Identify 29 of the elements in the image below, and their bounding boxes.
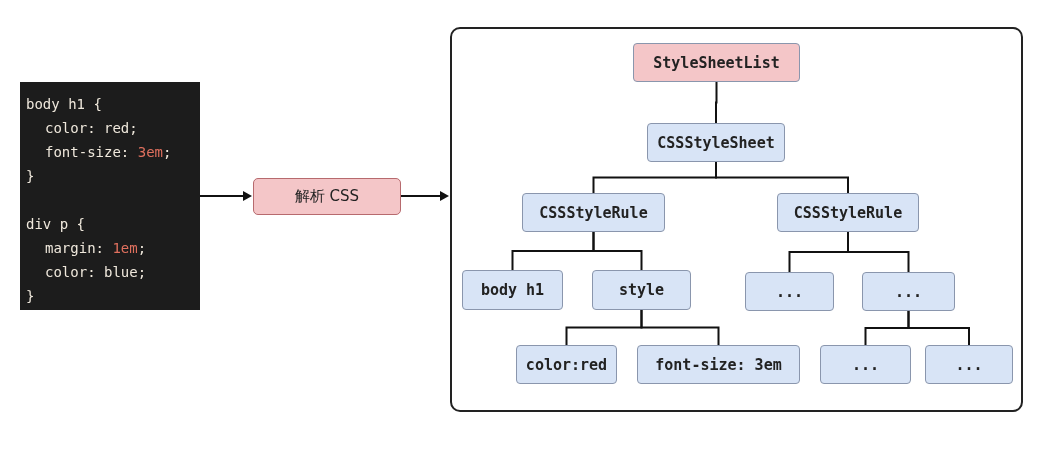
tree-node: StyleSheetList: [633, 43, 800, 82]
tree-node: ...: [745, 272, 834, 311]
tree-node: color:red: [516, 345, 617, 384]
tree-node: CSSStyleRule: [522, 193, 665, 232]
tree-node: body h1: [462, 270, 563, 310]
code-text: margin:: [45, 239, 105, 258]
connector-line: [907, 310, 970, 346]
code-text: }: [26, 167, 35, 186]
arrow: [401, 191, 449, 201]
tree-node: CSSStyleSheet: [647, 123, 785, 162]
tree-node: ...: [862, 272, 955, 311]
tree-node: style: [592, 270, 691, 310]
code-text: ;: [137, 239, 147, 258]
tree-node: ...: [925, 345, 1013, 384]
tree-node: CSSStyleRule: [777, 193, 919, 232]
code-text: }: [26, 287, 35, 306]
code-text: div p {: [26, 215, 85, 234]
tree-node: ...: [820, 345, 911, 384]
code-text: font-size:: [45, 143, 131, 162]
code-text: 1em: [112, 239, 138, 258]
code-text: color: blue;: [45, 263, 147, 282]
connector-line: [715, 81, 718, 124]
code-text: 3em: [137, 143, 163, 162]
code-text: ;: [163, 143, 172, 162]
tree-node: font-size: 3em: [637, 345, 800, 384]
connector-line: [847, 231, 910, 273]
parse-step-node: 解析 CSS: [253, 177, 401, 215]
code-text: color: red;: [45, 119, 138, 138]
code-text: body h1 {: [26, 95, 102, 114]
